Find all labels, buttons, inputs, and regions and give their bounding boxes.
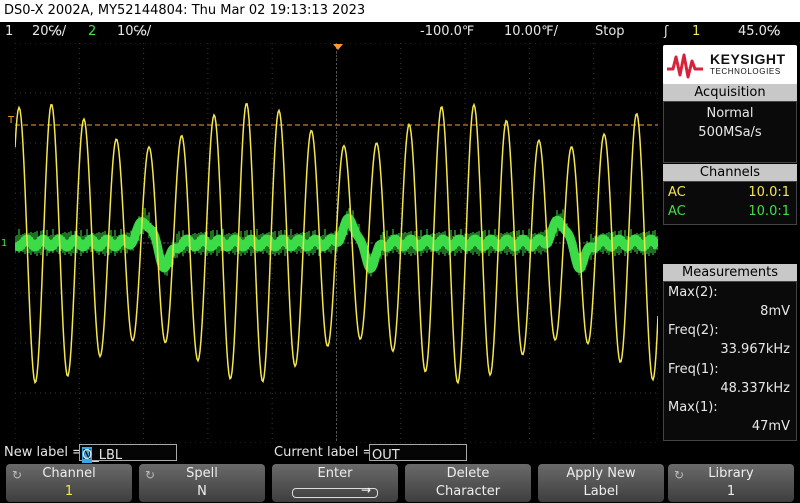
logo-brand: KEYSIGHT	[710, 51, 786, 67]
measurements-box: Max(2): 8mV Freq(2): 33.967kHz Freq(1): …	[663, 281, 797, 441]
spell-softkey[interactable]: ↻ Spell N	[139, 464, 265, 502]
acquisition-header[interactable]: Acquisition	[663, 84, 797, 101]
ch2-scale[interactable]: 10℅/	[117, 22, 151, 42]
channels-header[interactable]: Channels	[663, 164, 797, 181]
label-bar: New label = N O_LBL Current label = OUT	[0, 443, 800, 464]
side-panel: KEYSIGHT TECHNOLOGIES Acquisition Normal…	[661, 43, 800, 443]
meas-value: 33.967kHz	[720, 342, 790, 357]
enter-softkey[interactable]: Enter →	[272, 464, 398, 502]
status-bar: 1 20℅/ 2 10℅/ -100.0℉ 10.00℉/ Stop ʃ 1 4…	[0, 22, 800, 42]
softkey-label: Channel	[42, 466, 96, 481]
waveform-plot	[11, 42, 662, 444]
softkey-label: Apply New	[566, 466, 636, 481]
measurements-header[interactable]: Measurements	[663, 264, 797, 281]
ch2-probe: 10.0:1	[748, 204, 790, 219]
meas-label: Max(2):	[668, 285, 718, 300]
current-label-prefix: Current label =	[274, 445, 374, 460]
new-label-text: O_LBL	[82, 448, 123, 463]
meas-label: Freq(2):	[668, 323, 719, 338]
softkey-label: Enter	[317, 466, 353, 481]
channels-box: AC 10.0:1 AC 10.0:1	[663, 181, 797, 225]
softkey-label-2: Label	[583, 484, 619, 499]
waveform-display[interactable]	[11, 42, 662, 444]
softkey-value: 1	[726, 484, 736, 499]
channel-softkey[interactable]: ↻ Channel 1	[6, 464, 132, 502]
ch1-probe: 10.0:1	[748, 185, 790, 200]
meas-label: Max(1):	[668, 400, 718, 415]
time-delay[interactable]: -100.0℉	[420, 22, 474, 42]
meas-value: 47mV	[751, 419, 790, 434]
trigger-level[interactable]: 45.0℅	[738, 22, 780, 42]
acquisition-mode: Normal	[706, 106, 754, 121]
ch1-scale[interactable]: 20℅/	[32, 22, 66, 42]
trigger-position-marker	[333, 44, 343, 50]
acquisition-box: Normal 500MSa/s	[663, 101, 797, 163]
ch2-number[interactable]: 2	[88, 22, 96, 42]
softkey-label: Spell	[186, 466, 218, 481]
delete-character-softkey[interactable]: Delete Character	[405, 464, 531, 502]
ch1-number[interactable]: 1	[5, 22, 13, 42]
library-softkey[interactable]: ↻ Library 1	[668, 464, 794, 502]
meas-label: Freq(1):	[668, 362, 719, 377]
trigger-icon: ʃ	[664, 24, 669, 39]
softkey-value: 1	[64, 484, 74, 499]
softkey-bar: ↻ Channel 1 ↻ Spell N Enter → Delete Cha…	[0, 463, 800, 503]
ground-marker-label: 1	[1, 238, 8, 249]
softkey-label: Library	[708, 466, 754, 481]
keysight-wave-icon	[667, 53, 703, 79]
ch1-coupling: AC	[668, 185, 686, 200]
sample-rate: 500MSa/s	[698, 125, 762, 140]
current-label-value: OUT	[372, 448, 400, 463]
trigger-marker-label: T	[8, 115, 15, 126]
apply-new-label-softkey[interactable]: Apply New Label	[538, 464, 664, 502]
logo-sub: TECHNOLOGIES	[710, 67, 781, 76]
new-label-prefix: New label =	[4, 445, 83, 460]
ch2-coupling: AC	[668, 204, 686, 219]
new-label-field[interactable]: N O_LBL	[79, 444, 177, 464]
trigger-source[interactable]: 1	[692, 22, 700, 42]
enter-arrow-icon: →	[292, 483, 378, 498]
meas-value: 8mV	[760, 304, 790, 319]
window-title: DS0-X 2002A, MY52144804: Thu Mar 02 19:1…	[0, 0, 800, 22]
softkey-label: Delete	[446, 466, 490, 481]
softkey-label-2: Character	[435, 484, 501, 499]
meas-value: 48.337kHz	[720, 381, 790, 396]
time-scale[interactable]: 10.00℉/	[504, 22, 558, 42]
run-state[interactable]: Stop	[595, 22, 625, 42]
softkey-value: N	[197, 484, 207, 499]
keysight-logo: KEYSIGHT TECHNOLOGIES	[663, 45, 797, 85]
current-label-field: OUT	[369, 444, 467, 463]
